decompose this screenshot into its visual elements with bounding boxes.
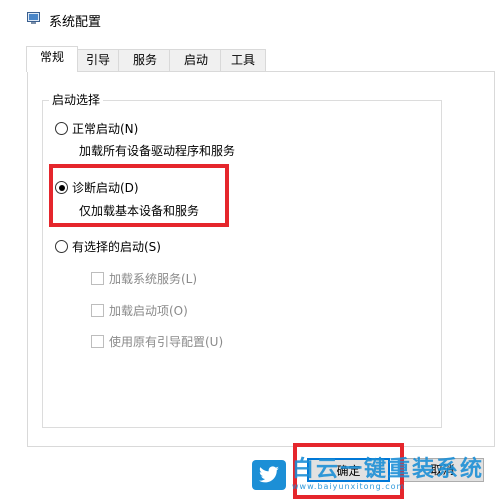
selective-startup-radio[interactable] (55, 240, 68, 253)
load-system-services-option[interactable]: 加载系统服务(L) (91, 270, 197, 287)
startup-selection-legend: 启动选择 (49, 91, 104, 108)
load-startup-items-label: 加载启动项(O) (109, 304, 188, 318)
watermark-url: www.baiyunxitong.com (292, 482, 406, 491)
load-startup-items-checkbox[interactable] (91, 304, 104, 317)
tab-services[interactable]: 服务 (118, 49, 172, 71)
msconfig-app-icon (27, 12, 40, 24)
site-watermark: 白云一键重装系统 www.baiyunxitong.com (252, 458, 484, 491)
title-bar: 系统配置 (0, 0, 497, 38)
tab-general[interactable]: 常规 (26, 46, 78, 72)
diagnostic-highlight-box (49, 164, 229, 227)
normal-startup-desc: 加载所有设备驱动程序和服务 (79, 144, 236, 158)
normal-startup-radio[interactable] (55, 122, 68, 135)
tab-startup[interactable]: 启动 (169, 49, 223, 71)
use-original-boot-config-label: 使用原有引导配置(U) (109, 335, 224, 349)
normal-startup-label: 正常启动(N) (72, 122, 139, 136)
use-original-boot-config-option[interactable]: 使用原有引导配置(U) (91, 333, 223, 350)
tab-boot[interactable]: 引导 (75, 49, 121, 71)
use-original-boot-config-checkbox[interactable] (91, 335, 104, 348)
window-title: 系统配置 (49, 15, 102, 30)
tab-tools[interactable]: 工具 (220, 49, 266, 71)
normal-startup-option[interactable]: 正常启动(N) (55, 120, 138, 137)
selective-startup-label: 有选择的启动(S) (72, 240, 161, 254)
load-startup-items-option[interactable]: 加载启动项(O) (91, 302, 188, 319)
load-system-services-label: 加载系统服务(L) (109, 272, 198, 286)
selective-startup-option[interactable]: 有选择的启动(S) (55, 238, 161, 255)
load-system-services-checkbox[interactable] (91, 272, 104, 285)
watermark-title: 白云一键重装系统 (292, 457, 485, 482)
twitter-bird-icon (252, 459, 286, 490)
